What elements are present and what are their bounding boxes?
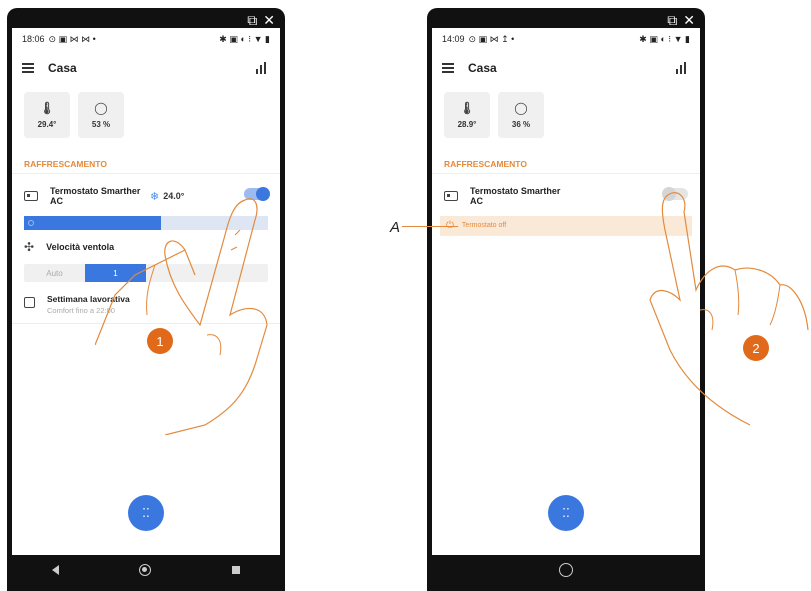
temperature-value: 28.9° — [457, 120, 477, 129]
thermostat-off-banner: ⏻ Termostato off — [440, 216, 692, 236]
fan-option-1[interactable]: 1 — [85, 264, 146, 282]
status-right-icons: ✱ ▣ ◐ ⁝ ▼ ▮ — [639, 33, 690, 44]
android-navbar — [12, 555, 280, 585]
snowflake-icon: ❄ — [150, 190, 160, 203]
app-bar: Casa — [12, 50, 280, 86]
humidity-card[interactable]: ◯ 53 % — [78, 92, 124, 138]
recents-icon[interactable] — [231, 566, 240, 574]
status-time: 18:06 — [22, 33, 45, 44]
fan-option-auto[interactable]: Auto — [24, 264, 85, 282]
off-label: Termostato off — [461, 222, 507, 229]
home-icon[interactable] — [139, 564, 152, 576]
app-bar: Casa — [432, 50, 700, 86]
status-bar: 18:06 ⊙ ▣ ⋈ ⋈ • ✱ ▣ ◐ ⁝ ▼ ▮ — [12, 28, 280, 50]
thermostat-icon — [444, 191, 458, 201]
page-title: Casa — [468, 61, 497, 75]
phone-right: ⧉ ✕ 14:09 ⊙ ▣ ⋈ ↥ • ✱ ▣ ◐ ⁝ ▼ ▮ Casa 🌡 28… — [427, 8, 705, 591]
popout-icon[interactable]: ⧉ — [667, 12, 677, 29]
status-right-icons: ✱ ▣ ◐ ⁝ ▼ ▮ — [219, 33, 270, 44]
close-icon[interactable]: ✕ — [683, 12, 695, 29]
thermometer-icon: 🌡 — [39, 101, 55, 115]
screen: 18:06 ⊙ ▣ ⋈ ⋈ • ✱ ▣ ◐ ⁝ ▼ ▮ Casa 🌡 29.4° … — [12, 28, 280, 555]
status-time: 14:09 — [442, 33, 465, 44]
temperature-value: 29.4° — [37, 120, 57, 129]
fab-button[interactable]: ⁚⁚ — [128, 495, 164, 531]
fab-button[interactable]: ⁚⁚ — [548, 495, 584, 531]
thermometer-icon: 🌡 — [459, 101, 475, 115]
humidity-card[interactable]: ◯ 36 % — [498, 92, 544, 138]
humidity-value: 36 % — [511, 120, 531, 129]
section-title: RAFFRESCAMENTO — [432, 154, 700, 174]
fan-icon: ✣ — [24, 240, 35, 254]
temperature-card[interactable]: 🌡 29.4° — [24, 92, 70, 138]
thermostat-toggle[interactable] — [244, 187, 270, 201]
page-title: Casa — [48, 61, 77, 75]
schedule-subtitle: Comfort fino a 22:00 — [47, 306, 115, 315]
popout-icon[interactable]: ⧉ — [247, 12, 257, 29]
fan-option-2[interactable] — [146, 264, 207, 282]
fan-label: Velocità ventola — [46, 242, 115, 252]
fan-speed-selector: Auto 1 — [24, 264, 268, 282]
humidity-value: 53 % — [91, 120, 111, 129]
menu-icon[interactable] — [442, 63, 454, 73]
window-controls: ⧉ ✕ — [247, 12, 275, 29]
thermostat-name: Termostato Smarther AC — [470, 186, 561, 206]
callout-label: A — [390, 219, 401, 236]
step-badge-2: 2 — [743, 335, 769, 361]
thermostat-name: Termostato Smarther AC — [50, 186, 141, 206]
step-badge-1: 1 — [147, 328, 173, 354]
schedule-title: Settimana lavorativa — [47, 294, 130, 304]
status-icons: ⊙ ▣ ⋈ ↥ • — [468, 33, 515, 44]
slider-fill — [24, 216, 161, 230]
calendar-icon — [24, 297, 35, 308]
temperature-card[interactable]: 🌡 28.9° — [444, 92, 490, 138]
setpoint-value: 24.0° — [163, 191, 185, 201]
menu-icon[interactable] — [22, 63, 34, 73]
back-icon[interactable] — [52, 565, 60, 575]
android-navbar — [432, 555, 700, 585]
schedule-row[interactable]: Settimana lavorativa Comfort fino a 22:0… — [12, 286, 280, 324]
chart-icon[interactable] — [676, 62, 688, 74]
fan-row: ✣ Velocità ventola — [12, 230, 280, 260]
status-bar: 14:09 ⊙ ▣ ⋈ ↥ • ✱ ▣ ◐ ⁝ ▼ ▮ — [432, 28, 700, 50]
grid-dots-icon: ⁚⁚ — [562, 506, 570, 520]
setpoint-slider[interactable] — [24, 216, 268, 230]
callout-line — [402, 226, 458, 227]
close-icon[interactable]: ✕ — [263, 12, 275, 29]
status-icons: ⊙ ▣ ⋈ ⋈ • — [48, 33, 96, 44]
window-controls: ⧉ ✕ — [667, 12, 695, 29]
fan-option-3[interactable] — [207, 264, 268, 282]
drop-icon: ◯ — [94, 101, 108, 115]
grid-dots-icon: ⁚⁚ — [142, 506, 150, 520]
slider-start-dot — [28, 220, 34, 226]
section-title: RAFFRESCAMENTO — [12, 154, 280, 174]
phone-left: ⧉ ✕ 18:06 ⊙ ▣ ⋈ ⋈ • ✱ ▣ ◐ ⁝ ▼ ▮ Casa 🌡 29… — [7, 8, 285, 591]
home-icon[interactable] — [559, 563, 573, 577]
thermostat-icon — [24, 191, 38, 201]
screen: 14:09 ⊙ ▣ ⋈ ↥ • ✱ ▣ ◐ ⁝ ▼ ▮ Casa 🌡 28.9° … — [432, 28, 700, 555]
thermostat-row[interactable]: Termostato Smarther AC ❄ 24.0° — [12, 174, 280, 214]
thermostat-row[interactable]: Termostato Smarther AC — [432, 174, 700, 214]
drop-icon: ◯ — [514, 101, 528, 115]
chart-icon[interactable] — [256, 62, 268, 74]
thermostat-toggle[interactable] — [662, 187, 688, 201]
